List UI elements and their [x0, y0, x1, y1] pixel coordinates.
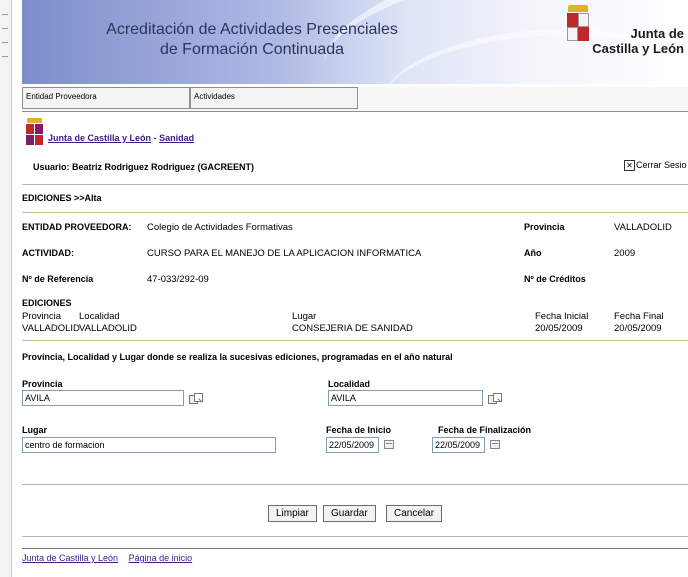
- tab-entidad-proveedora[interactable]: Entidad Proveedora: [22, 87, 190, 109]
- localidad-field[interactable]: AVILA: [328, 390, 483, 406]
- tab-actividades[interactable]: Actividades: [190, 87, 358, 109]
- breadcrumb-section-link[interactable]: Sanidad: [159, 133, 194, 143]
- divider: [22, 536, 688, 537]
- lugar-field-label: Lugar: [22, 425, 48, 435]
- app-title-line2: de Formación Continuada: [159, 41, 345, 58]
- calendar-icon[interactable]: [384, 440, 394, 449]
- divider: [22, 184, 688, 185]
- tab-bar: Entidad Proveedora Actividades: [22, 87, 688, 112]
- edge-tick: [2, 14, 8, 15]
- logout-button[interactable]: ✕ Cerrar Sesio: [624, 160, 687, 172]
- anio-value: 2009: [614, 248, 636, 259]
- crest-quarter: [26, 124, 34, 134]
- fecha-fin-field[interactable]: 22/05/2009: [432, 437, 485, 453]
- user-label: Usuario: Beatriz Rodriguez Rodriguez (GA…: [33, 162, 255, 172]
- localidad-lookup-icon[interactable]: [488, 393, 502, 405]
- creditos-label: Nº de Créditos: [524, 274, 586, 284]
- divider: [22, 340, 688, 341]
- actividad-label: ACTIVIDAD:: [22, 248, 74, 258]
- left-window-edge: [0, 0, 12, 577]
- crest-crown: [27, 118, 42, 123]
- logout-label: Cerrar Sesio: [636, 160, 687, 170]
- table-cell: VALLADOLID: [22, 323, 80, 334]
- column-header: Fecha Inicial: [535, 311, 589, 322]
- brand-line1: Junta de: [630, 26, 684, 41]
- table-cell: 20/05/2009: [614, 323, 662, 334]
- provincia-field-label: Provincia: [22, 379, 63, 389]
- save-button[interactable]: Guardar: [323, 505, 376, 522]
- anio-label: Año: [524, 248, 542, 258]
- crest-quarter: [578, 27, 589, 41]
- crest-quarter: [578, 13, 589, 27]
- footer-home-link[interactable]: Junta de Castilla y León: [22, 553, 118, 563]
- header-banner: Acreditación de Actividades Presenciales…: [22, 0, 688, 84]
- fecha-fin-label: Fecha de Finalización: [438, 425, 532, 435]
- app-title: Acreditación de Actividades Presenciales…: [82, 20, 422, 60]
- breadcrumb: Junta de Castilla y León - Sanidad: [48, 133, 194, 143]
- footer-links: Junta de Castilla y León Página de inici…: [22, 553, 200, 563]
- edge-tick: [2, 56, 8, 57]
- breadcrumb-separator: -: [153, 133, 157, 143]
- crest-quarter: [26, 135, 34, 145]
- column-header: Provincia: [22, 311, 62, 322]
- provincia-lookup-icon[interactable]: [189, 393, 203, 405]
- fecha-inicio-label: Fecha de Inicio: [326, 425, 392, 435]
- column-header: Fecha Final: [614, 311, 664, 322]
- close-icon: ✕: [624, 160, 635, 172]
- form-instructions: Provincia, Localidad y Lugar donde se re…: [22, 352, 453, 362]
- calendar-icon[interactable]: [490, 440, 500, 449]
- actividad-value: CURSO PARA EL MANEJO DE LA APLICACION IN…: [147, 248, 422, 259]
- provincia-field[interactable]: AVILA: [22, 390, 184, 406]
- breadcrumb-home-link[interactable]: Junta de Castilla y León: [48, 133, 151, 143]
- edge-tick: [2, 28, 8, 29]
- referencia-label: Nº de Referencia: [22, 274, 94, 284]
- divider: [22, 212, 688, 213]
- page-content: Acreditación de Actividades Presenciales…: [22, 0, 688, 577]
- column-header: Localidad: [79, 311, 120, 322]
- cancel-button[interactable]: Cancelar: [386, 505, 443, 522]
- footer-start-page-link[interactable]: Página de inicio: [129, 553, 193, 563]
- edge-tick: [2, 42, 8, 43]
- section-title: EDICIONES >>Alta: [22, 193, 102, 203]
- clear-button[interactable]: Limpiar: [268, 505, 317, 522]
- ediciones-title: EDICIONES: [22, 298, 72, 308]
- referencia-value: 47-033/292-09: [147, 274, 209, 285]
- brand-line2: Castilla y León: [592, 41, 684, 56]
- entidad-value: Colegio de Actividades Formativas: [147, 222, 293, 233]
- fecha-inicio-field[interactable]: 22/05/2009: [326, 437, 379, 453]
- crest-crown: [568, 5, 588, 12]
- crest-quarter: [35, 124, 43, 134]
- crest-quarter: [567, 27, 578, 41]
- localidad-field-label: Localidad: [328, 379, 371, 389]
- crest-quarter: [35, 135, 43, 145]
- divider: [22, 484, 688, 485]
- provincia-info-label: Provincia: [524, 222, 565, 232]
- table-cell: 20/05/2009: [535, 323, 583, 334]
- app-title-line1: Acreditación de Actividades Presenciales: [106, 21, 398, 38]
- provincia-info-value: VALLADOLID: [614, 222, 672, 233]
- coat-of-arms-icon: [566, 5, 590, 43]
- table-cell: VALLADOLID: [79, 323, 137, 334]
- crest-quarter: [567, 13, 578, 27]
- column-header: Lugar: [292, 311, 317, 322]
- entidad-label: ENTIDAD PROVEEDORA:: [22, 222, 132, 232]
- divider: [22, 548, 688, 549]
- small-coat-of-arms-icon: [26, 118, 43, 145]
- table-cell: CONSEJERIA DE SANIDAD: [292, 323, 413, 334]
- lugar-field[interactable]: centro de formacion: [22, 437, 276, 453]
